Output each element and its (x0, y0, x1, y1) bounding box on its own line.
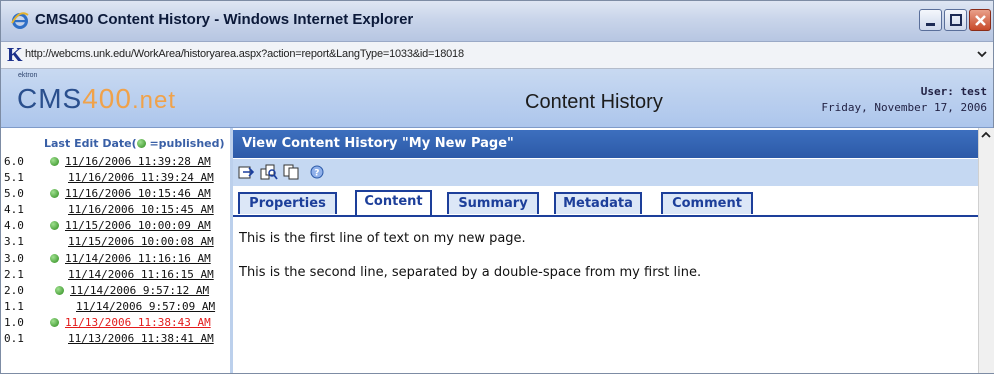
history-date-link[interactable]: 11/16/2006 11:39:28 AM (65, 155, 211, 168)
tab-metadata[interactable]: Metadata (554, 192, 642, 214)
browser-window: CMS400 Content History - Windows Interne… (0, 0, 994, 374)
svg-text:?: ? (314, 169, 319, 179)
view-title: View Content History "My New Page" (242, 136, 514, 151)
tab-underline (233, 215, 978, 217)
minimize-icon (926, 23, 935, 26)
history-version: 5.0 (4, 187, 24, 201)
page-title: Content History (525, 91, 663, 113)
history-row[interactable]: 2.0 11/14/2006 9:57:12 AM (1, 283, 230, 299)
vertical-scrollbar[interactable] (978, 128, 994, 373)
tab-comment[interactable]: Comment (661, 192, 753, 214)
close-icon (975, 15, 986, 26)
history-header: Last Edit Date( =published) (44, 137, 225, 150)
history-version: 1.1 (4, 299, 24, 313)
copy-icon[interactable] (283, 164, 301, 180)
url-field[interactable]: http://webcms.unk.edu/WorkArea/historyar… (25, 48, 464, 60)
history-version: 2.1 (4, 267, 24, 281)
published-dot-icon (50, 317, 59, 327)
tab-summary[interactable]: Summary (447, 192, 539, 214)
history-row[interactable]: 5.1 11/16/2006 11:39:24 AM (1, 170, 230, 186)
history-date-link[interactable]: 11/14/2006 11:16:16 AM (65, 252, 211, 265)
compare-icon[interactable] (260, 164, 278, 180)
history-list: 6.0 11/16/2006 11:39:28 AM 5.1 11/16/2006 1… (1, 154, 230, 347)
history-row[interactable]: 1.1 11/14/2006 9:57:09 AM (1, 299, 230, 315)
published-dot-icon (50, 157, 59, 166)
tab-content[interactable]: Content (355, 190, 432, 217)
history-date-link[interactable]: 11/14/2006 9:57:12 AM (70, 284, 209, 297)
content-line-1: This is the first line of text on my new… (239, 231, 526, 246)
history-version: 0.1 (4, 332, 24, 346)
history-version: 2.0 (4, 283, 24, 297)
history-version: 4.1 (4, 203, 24, 217)
history-date-link[interactable]: 11/16/2006 10:15:45 AM (68, 203, 214, 216)
maximize-icon (950, 14, 962, 26)
restore-icon[interactable] (238, 164, 256, 180)
view-header: View Content History "My New Page" (233, 130, 978, 158)
window-title: CMS400 Content History - Windows Interne… (35, 11, 414, 28)
history-date-link[interactable]: 11/15/2006 10:00:08 AM (68, 235, 214, 248)
published-dot-icon (136, 139, 146, 148)
history-row[interactable]: 4.0 11/15/2006 10:00:09 AM (1, 218, 230, 234)
history-version: 1.0 (4, 315, 24, 329)
history-date-link[interactable]: 11/16/2006 10:15:46 AM (65, 187, 211, 200)
history-row[interactable]: 0.1 11/13/2006 11:38:41 AM (1, 331, 230, 347)
history-version: 3.0 (4, 251, 24, 265)
user-label: User: test (920, 85, 987, 98)
history-version: 3.1 (4, 235, 24, 249)
published-dot-icon (50, 253, 59, 263)
history-row[interactable]: 3.1 11/15/2006 10:00:08 AM (1, 234, 230, 250)
cms400-logo: CMS400.net (17, 83, 176, 114)
history-row[interactable]: 6.0 11/16/2006 11:39:28 AM (1, 154, 230, 170)
history-date-link[interactable]: 11/13/2006 11:38:43 AM (65, 316, 211, 329)
content-pane: View Content History "My New Page" ? Pro… (233, 128, 978, 373)
history-row[interactable]: 1.0 11/13/2006 11:38:43 AM (1, 315, 230, 331)
history-date-link[interactable]: 11/16/2006 11:39:24 AM (68, 171, 214, 184)
tab-bar: Properties Content Summary Metadata Comm… (233, 186, 978, 218)
history-date-link[interactable]: 11/14/2006 9:57:09 AM (76, 300, 215, 313)
history-date-link[interactable]: 11/15/2006 10:00:09 AM (65, 219, 211, 232)
published-dot-icon (50, 221, 59, 231)
cms-header: ektron CMS400.net Content History User: … (1, 69, 993, 128)
address-bar: K http://webcms.unk.edu/WorkArea/history… (1, 42, 993, 69)
history-row[interactable]: 4.1 11/16/2006 10:15:45 AM (1, 202, 230, 218)
title-bar: CMS400 Content History - Windows Interne… (1, 1, 993, 42)
history-pane: Last Edit Date( =published) 6.0 11/16/200… (1, 128, 233, 373)
maximize-button[interactable] (944, 9, 967, 31)
content-body: This is the first line of text on my new… (239, 231, 701, 280)
ektron-logo-text: ektron (18, 72, 38, 79)
history-row[interactable]: 3.0 11/14/2006 11:16:16 AM (1, 251, 230, 267)
history-version: 4.0 (4, 219, 24, 233)
published-dot-icon (55, 285, 64, 295)
history-date-link[interactable]: 11/13/2006 11:38:41 AM (68, 332, 214, 345)
history-version: 5.1 (4, 171, 24, 185)
help-icon[interactable]: ? (309, 164, 327, 180)
current-date: Friday, November 17, 2006 (821, 101, 987, 114)
chevron-down-icon[interactable] (975, 47, 989, 61)
tab-properties[interactable]: Properties (238, 192, 337, 214)
internet-explorer-icon (11, 12, 29, 29)
history-date-link[interactable]: 11/14/2006 11:16:15 AM (68, 268, 214, 281)
history-version: 6.0 (4, 155, 24, 168)
content-line-2: This is the second line, separated by a … (239, 265, 702, 280)
history-row[interactable]: 5.0 11/16/2006 10:15:46 AM (1, 186, 230, 202)
minimize-button[interactable] (919, 9, 942, 31)
history-row[interactable]: 2.1 11/14/2006 11:16:15 AM (1, 267, 230, 283)
close-button[interactable] (969, 9, 991, 31)
ektron-k-icon: K (7, 44, 23, 66)
published-dot-icon (50, 189, 59, 199)
scroll-up-arrow-icon[interactable] (981, 130, 991, 140)
toolbar: ? (233, 159, 978, 186)
